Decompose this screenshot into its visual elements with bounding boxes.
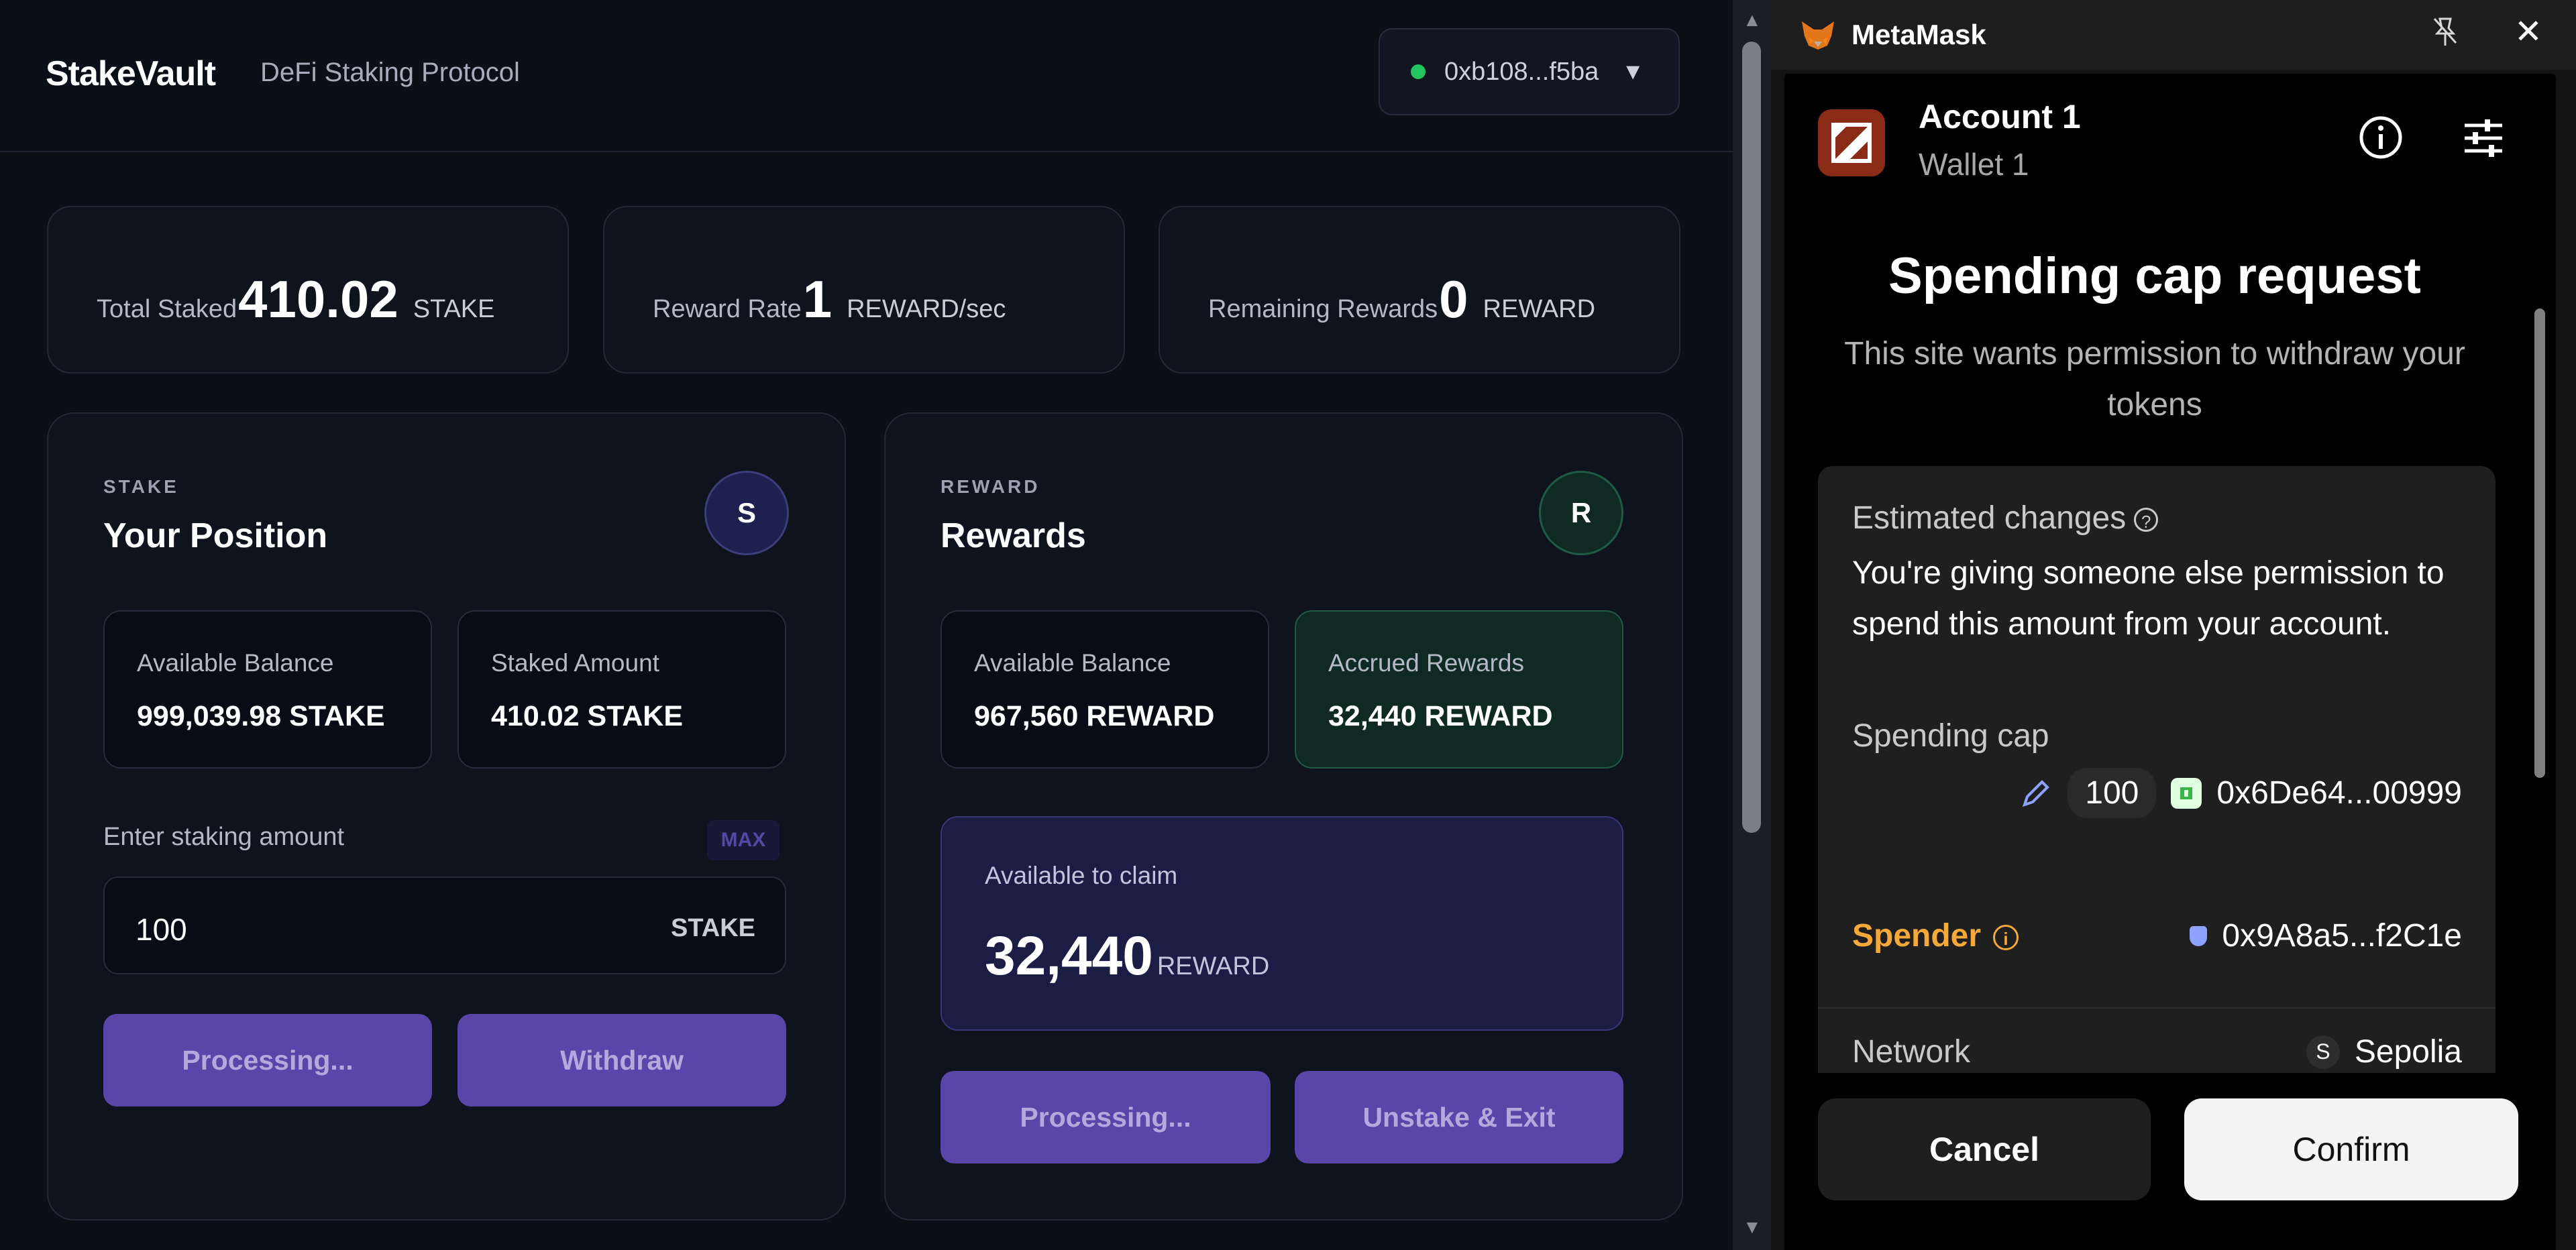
scroll-down-arrow-icon[interactable]: ▼ <box>1743 1216 1762 1238</box>
scroll-up-arrow-icon[interactable]: ▲ <box>1743 9 1762 31</box>
rewards-panel: REWARD Rewards R Available Balance 967,5… <box>884 412 1683 1220</box>
stat-reward-rate: Reward Rate 1 REWARD/sec <box>603 206 1125 374</box>
account-avatar[interactable] <box>1818 109 1885 176</box>
network-name: Sepolia <box>2354 1034 2462 1070</box>
available-balance-label: Available Balance <box>137 649 334 677</box>
stake-processing-button[interactable]: Processing... <box>103 1014 432 1106</box>
info-icon[interactable] <box>2357 114 2404 161</box>
metamask-titlebar: MetaMask ✕ <box>1771 0 2576 70</box>
spender-label: Spender i <box>1852 917 2019 954</box>
metamask-scrollbar-thumb[interactable] <box>2534 308 2545 778</box>
spending-cap-row: 100 0x6De64...00999 <box>2019 768 2462 818</box>
request-subtitle: This site wants permission to withdraw y… <box>1844 336 2465 422</box>
estimated-changes-card: Estimated changes? You're giving someone… <box>1818 466 2496 915</box>
tagline: DeFi Staking Protocol <box>260 58 520 87</box>
stake-eyebrow: STAKE <box>103 476 179 497</box>
staked-amount-card: Staked Amount 410.02 STAKE <box>458 610 786 769</box>
wallet-name: Wallet 1 <box>1919 147 2029 182</box>
confirm-button[interactable]: Confirm <box>2184 1098 2518 1200</box>
window-title: MetaMask <box>1851 19 1986 50</box>
network-value: S Sepolia <box>2306 1033 2462 1070</box>
brand-logo[interactable]: StakeVault <box>46 54 216 94</box>
unstake-exit-button[interactable]: Unstake & Exit <box>1295 1071 1623 1163</box>
stat-value: 0 <box>1439 270 1468 329</box>
spender-address[interactable]: 0x9A8a5...f2C1e <box>2222 917 2462 954</box>
metamask-popup: Account 1 Wallet 1 Spending cap request … <box>1784 74 2556 1250</box>
cancel-button[interactable]: Cancel <box>1818 1098 2151 1200</box>
estimated-changes-label: Estimated changes? <box>1852 500 2159 536</box>
popup-footer: Cancel Confirm <box>1784 1073 2556 1250</box>
accrued-rewards-card: Accrued Rewards 32,440 REWARD <box>1295 610 1623 769</box>
token-icon <box>2171 777 2202 809</box>
reward-available-balance-card: Available Balance 967,560 REWARD <box>941 610 1269 769</box>
connected-dot <box>1411 64 1426 79</box>
reward-eyebrow: REWARD <box>941 476 1040 497</box>
max-button[interactable]: MAX <box>707 820 780 860</box>
stat-unit: REWARD <box>1483 295 1596 323</box>
spender-label-text: Spender <box>1852 918 1982 954</box>
stat-label: Remaining Rewards <box>1208 295 1438 323</box>
available-balance-value: 999,039.98 STAKE <box>137 700 385 732</box>
close-icon[interactable]: ✕ <box>2514 12 2542 51</box>
stat-unit: STAKE <box>413 295 495 323</box>
staking-amount-label: Enter staking amount <box>103 823 345 851</box>
stat-remaining-rewards: Remaining Rewards 0 REWARD <box>1159 206 1680 374</box>
accrued-rewards-label: Accrued Rewards <box>1328 649 1525 677</box>
estimated-changes-text: Estimated changes <box>1852 500 2127 536</box>
stat-total-staked: Total Staked 410.02 STAKE <box>47 206 569 374</box>
metamask-window: MetaMask ✕ Account 1 Wallet 1 Spending c… <box>1771 0 2576 1250</box>
withdraw-button[interactable]: Withdraw <box>458 1014 786 1106</box>
staking-amount-unit: STAKE <box>671 914 755 942</box>
stat-unit: REWARD/sec <box>847 295 1006 323</box>
wallet-address: 0xb108...f5ba <box>1444 57 1599 86</box>
stat-value: 1 <box>802 270 833 329</box>
edit-pencil-icon[interactable] <box>2019 777 2053 810</box>
fox-icon <box>1802 21 1834 50</box>
spender-value[interactable]: 0x9A8a5...f2C1e <box>2190 917 2462 954</box>
pin-icon[interactable] <box>2432 16 2459 56</box>
claim-label: Available to claim <box>985 862 1178 889</box>
stake-badge: S <box>704 471 789 555</box>
stat-label: Reward Rate <box>653 295 802 323</box>
spending-cap-label: Spending cap <box>1852 718 2049 754</box>
claim-unit: REWARD <box>1157 952 1270 980</box>
stat-label: Total Staked <box>97 295 237 323</box>
scrollbar-thumb[interactable] <box>1742 42 1761 833</box>
claim-processing-button[interactable]: Processing... <box>941 1071 1271 1163</box>
divider <box>1818 1007 2496 1009</box>
stake-title: Your Position <box>103 516 328 555</box>
settings-sliders-icon[interactable] <box>2462 117 2505 159</box>
request-title: Spending cap request <box>1888 247 2421 304</box>
chevron-down-icon: ▼ <box>1621 58 1644 84</box>
reward-available-value: 967,560 REWARD <box>974 700 1215 732</box>
available-to-claim-card: Available to claim 32,440 REWARD <box>941 816 1623 1031</box>
wallet-button[interactable]: 0xb108...f5ba ▼ <box>1379 28 1680 115</box>
available-balance-card: Available Balance 999,039.98 STAKE <box>103 610 432 769</box>
staked-amount-label: Staked Amount <box>491 649 659 677</box>
token-address[interactable]: 0x6De64...00999 <box>2216 775 2462 811</box>
page-scrollbar[interactable]: ▲ ▼ <box>1733 0 1771 1250</box>
account-name[interactable]: Account 1 <box>1919 97 2081 136</box>
network-badge-icon: S <box>2306 1035 2340 1069</box>
dapp-window: StakeVault DeFi Staking Protocol 0xb108.… <box>0 0 1733 1250</box>
help-icon[interactable]: ? <box>2134 508 2159 532</box>
shield-icon <box>2190 925 2208 946</box>
stake-panel: STAKE Your Position S Available Balance … <box>47 412 846 1220</box>
top-bar: StakeVault DeFi Staking Protocol 0xb108.… <box>0 0 1733 152</box>
metamask-scrollbar[interactable]: ▼ <box>2532 208 2548 1147</box>
staked-amount-value: 410.02 STAKE <box>491 700 684 732</box>
reward-badge: R <box>1539 471 1623 555</box>
accrued-rewards-value: 32,440 REWARD <box>1328 700 1553 732</box>
permission-text: You're giving someone else permission to… <box>1852 555 2445 642</box>
staking-amount-value[interactable]: 100 <box>136 911 187 948</box>
rewards-title: Rewards <box>941 516 1086 555</box>
network-label: Network <box>1852 1034 1971 1070</box>
claim-value: 32,440 <box>985 925 1153 986</box>
spender-info-icon[interactable]: i <box>1993 925 2019 951</box>
staking-amount-input[interactable]: 100 STAKE <box>103 876 786 974</box>
spending-cap-value[interactable]: 100 <box>2068 768 2157 818</box>
stat-value: 410.02 <box>238 270 398 329</box>
reward-available-label: Available Balance <box>974 649 1171 677</box>
